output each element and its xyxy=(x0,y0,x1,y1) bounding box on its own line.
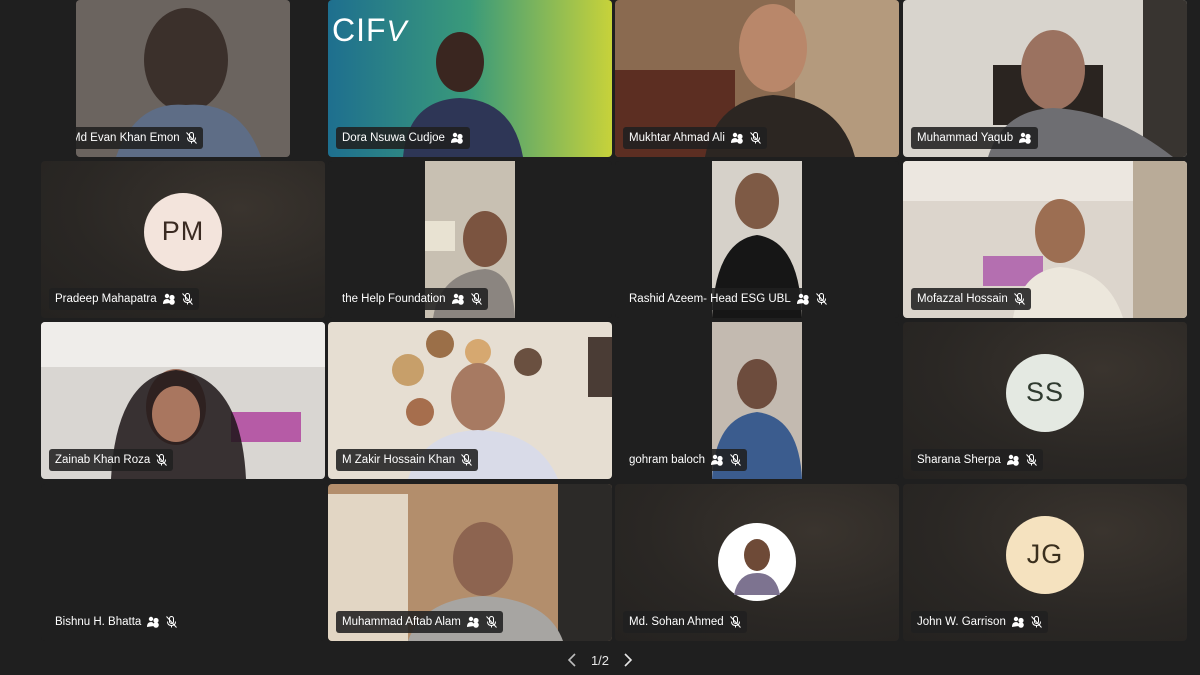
video-tile[interactable]: CIFV Dora Nsuwa Cudjoe xyxy=(328,0,612,157)
mic-muted-icon xyxy=(185,132,197,144)
mic-muted-icon xyxy=(1025,454,1037,466)
mic-muted-icon xyxy=(815,293,827,305)
participant-name-bar: Rashid Azeem- Head ESG UBL xyxy=(623,288,833,310)
mic-muted-icon xyxy=(730,454,741,466)
mic-muted-icon xyxy=(750,132,761,144)
video-tile[interactable]: JG John W. Garrison xyxy=(903,484,1187,641)
video-tile[interactable]: Mofazzal Hossain xyxy=(903,161,1187,318)
chevron-right-icon[interactable] xyxy=(623,653,633,667)
video-tile[interactable]: Md. Sohan Ahmed xyxy=(615,484,899,641)
participant-name-bar: Muhammad Yaqub xyxy=(911,127,1039,149)
hands-raised-icon xyxy=(711,454,724,466)
participant-name-bar: Md. Sohan Ahmed xyxy=(623,611,747,633)
participant-name: Muhammad Yaqub xyxy=(917,132,1014,144)
avatar xyxy=(718,523,796,601)
participant-name-bar: Sharana Sherpa xyxy=(911,449,1043,471)
video-tile[interactable]: M Zakir Hossain Khan xyxy=(328,322,612,479)
mic-muted-icon xyxy=(156,454,168,466)
cif-logo: CIFV xyxy=(332,12,408,48)
participant-name-bar: Muhammad Aftab Alam xyxy=(336,611,503,633)
video-tile[interactable]: Rashid Azeem- Head ESG UBL xyxy=(615,161,899,318)
participant-name: Muhammad Aftab Alam xyxy=(342,616,461,628)
participant-name: Dora Nsuwa Cudjoe xyxy=(342,132,445,144)
participant-name-bar: Zainab Khan Roza xyxy=(49,449,174,471)
mic-muted-icon xyxy=(1030,616,1042,628)
video-tile[interactable]: the Help Foundation xyxy=(328,161,612,318)
participant-name: Md Evan Khan Emon xyxy=(76,132,180,144)
video-tile[interactable]: Bishnu H. Bhatta xyxy=(41,484,325,641)
participant-name: Sharana Sherpa xyxy=(917,454,1001,466)
mic-muted-icon xyxy=(461,454,472,466)
hands-raised-icon xyxy=(451,293,465,305)
hands-raised-icon xyxy=(147,616,160,628)
video-tile[interactable]: Zainab Khan Roza xyxy=(41,322,325,479)
pagination: 1/2 xyxy=(0,648,1200,672)
participant-name: Mukhtar Ahmad Ali xyxy=(629,132,725,144)
participant-name: M Zakir Hossain Khan xyxy=(342,454,456,466)
participant-name-bar: Md Evan Khan Emon xyxy=(76,127,203,149)
mic-muted-icon xyxy=(470,293,482,305)
page-indicator: 1/2 xyxy=(590,652,610,668)
hands-raised-icon xyxy=(730,132,744,144)
participant-name: the Help Foundation xyxy=(342,293,446,305)
participant-name-bar: the Help Foundation xyxy=(336,288,488,310)
participant-name-bar: gohram baloch xyxy=(623,449,748,471)
video-tile[interactable]: Muhammad Yaqub xyxy=(903,0,1187,157)
video-tile[interactable]: gohram baloch xyxy=(615,322,899,479)
participant-name: Md. Sohan Ahmed xyxy=(629,616,724,628)
hands-raised-icon xyxy=(1019,132,1032,144)
participant-name: gohram baloch xyxy=(629,454,706,466)
hands-raised-icon xyxy=(450,132,464,144)
participant-name-bar: M Zakir Hossain Khan xyxy=(336,449,479,471)
video-tile[interactable]: Mukhtar Ahmad Ali xyxy=(615,0,899,157)
participant-name-bar: John W. Garrison xyxy=(911,611,1048,633)
hands-raised-icon xyxy=(796,293,810,305)
participant-name: John W. Garrison xyxy=(917,616,1006,628)
participant-name-bar: Pradeep Mahapatra xyxy=(49,288,199,310)
participant-name: Rashid Azeem- Head ESG UBL xyxy=(629,293,791,305)
avatar: JG xyxy=(1006,515,1084,594)
participant-name: Zainab Khan Roza xyxy=(55,454,151,466)
video-tile[interactable]: Md Evan Khan Emon xyxy=(76,0,290,157)
participant-name: Pradeep Mahapatra xyxy=(55,293,157,305)
hands-raised-icon xyxy=(1006,454,1020,466)
participant-name: Bishnu H. Bhatta xyxy=(55,616,142,628)
mic-muted-icon xyxy=(729,616,741,628)
avatar: SS xyxy=(1006,353,1084,432)
participant-name-bar: Dora Nsuwa Cudjoe xyxy=(336,127,470,149)
participant-name-bar: Mofazzal Hossain xyxy=(911,288,1031,310)
chevron-left-icon[interactable] xyxy=(567,653,577,667)
hands-raised-icon xyxy=(162,293,176,305)
mic-muted-icon xyxy=(486,616,497,628)
mic-muted-icon xyxy=(166,616,178,628)
participant-name-bar: Bishnu H. Bhatta xyxy=(49,611,184,633)
avatar: PM xyxy=(144,192,222,271)
mic-muted-icon xyxy=(1013,293,1025,305)
video-tile[interactable]: SS Sharana Sherpa xyxy=(903,322,1187,479)
video-tile[interactable]: Muhammad Aftab Alam xyxy=(328,484,612,641)
hands-raised-icon xyxy=(466,616,480,628)
participant-name: Mofazzal Hossain xyxy=(917,293,1008,305)
video-tile[interactable]: PM Pradeep Mahapatra xyxy=(41,161,325,318)
participant-name-bar: Mukhtar Ahmad Ali xyxy=(623,127,767,149)
mic-muted-icon xyxy=(181,293,193,305)
hands-raised-icon xyxy=(1011,616,1025,628)
